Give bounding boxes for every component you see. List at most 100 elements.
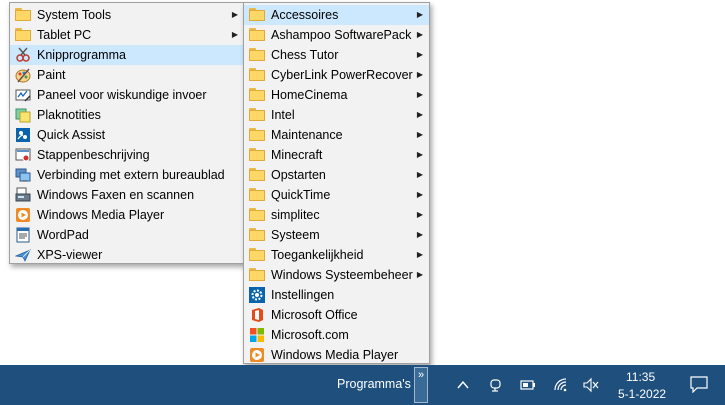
menu-item-label: Microsoft Office: [271, 308, 358, 322]
submenu-arrow-icon: ▶: [416, 90, 423, 99]
submenu-arrow-icon: ▶: [231, 10, 238, 19]
menu-item-label: Ashampoo SoftwarePack: [271, 28, 412, 42]
programs-submenu-accessories: System Tools ▶ Tablet PC ▶ Knipprogramma Pain…: [9, 2, 245, 264]
menu-item-intel[interactable]: Intel ▶: [244, 105, 429, 125]
menu-item-label: Windows Systeembeheer: [271, 268, 413, 282]
folder-icon: [249, 228, 265, 241]
menu-item-verbinding-met-extern-bureaublad[interactable]: Verbinding met extern bureaublad: [10, 165, 244, 185]
menu-item-maintenance[interactable]: Maintenance ▶: [244, 125, 429, 145]
action-center-icon[interactable]: [689, 375, 709, 393]
menu-item-label: HomeCinema: [271, 88, 348, 102]
submenu-arrow-icon: ▶: [416, 150, 423, 159]
xps-viewer-icon: [15, 249, 31, 262]
menu-item-windows-media-player[interactable]: Windows Media Player: [244, 345, 429, 365]
menu-item-instellingen[interactable]: Instellingen: [244, 285, 429, 305]
menu-item-label: Quick Assist: [37, 128, 106, 142]
menu-item-label: Windows Faxen en scannen: [37, 188, 195, 202]
submenu-arrow-icon: ▶: [416, 10, 423, 19]
menu-item-microsoft-com[interactable]: Microsoft.com: [244, 325, 429, 345]
menu-item-plaknotities[interactable]: Plaknotities: [10, 105, 244, 125]
menu-item-paneel-voor-wiskundige-invoer[interactable]: Paneel voor wiskundige invoer: [10, 85, 244, 105]
media-player-icon: [250, 348, 264, 362]
menu-item-toegankelijkheid[interactable]: Toegankelijkheid ▶: [244, 245, 429, 265]
menu-item-quicktime[interactable]: QuickTime ▶: [244, 185, 429, 205]
menu-item-label: Plaknotities: [37, 108, 101, 122]
menu-item-label: Paneel voor wiskundige invoer: [37, 88, 207, 102]
folder-icon: [249, 188, 265, 201]
volume-muted-icon[interactable]: [582, 377, 600, 393]
menu-item-accessoires[interactable]: Accessoires ▶: [244, 5, 429, 25]
submenu-arrow-icon: ▶: [416, 170, 423, 179]
menu-item-paint[interactable]: Paint: [10, 65, 244, 85]
clock-date[interactable]: 5-1-2022: [618, 387, 666, 401]
menu-item-systeem[interactable]: Systeem ▶: [244, 225, 429, 245]
office-icon: [252, 308, 263, 322]
programs-menu: Accessoires ▶ Ashampoo SoftwarePack ▶ Chess …: [243, 2, 430, 364]
menu-item-system-tools[interactable]: System Tools ▶: [10, 5, 244, 25]
menu-item-windows-media-player[interactable]: Windows Media Player: [10, 205, 244, 225]
menu-item-label: Intel: [271, 108, 295, 122]
menu-item-label: Systeem: [271, 228, 320, 242]
show-hidden-icons-icon[interactable]: [454, 377, 472, 393]
folder-icon: [249, 268, 265, 281]
menu-item-label: Knipprogramma: [37, 48, 126, 62]
menu-item-xps-viewer[interactable]: XPS-viewer: [10, 245, 244, 265]
folder-icon: [249, 8, 265, 21]
folder-icon: [249, 68, 265, 81]
math-input-icon: [15, 89, 31, 102]
menu-item-label: Stappenbeschrijving: [37, 148, 150, 162]
menu-item-label: Windows Media Player: [37, 208, 165, 222]
menu-item-label: Instellingen: [271, 288, 335, 302]
menu-item-minecraft[interactable]: Minecraft ▶: [244, 145, 429, 165]
submenu-arrow-icon: ▶: [416, 210, 423, 219]
programs-toolbar-label[interactable]: Programma's: [337, 377, 411, 391]
submenu-arrow-icon: ▶: [416, 50, 423, 59]
folder-icon: [249, 168, 265, 181]
menu-item-opstarten[interactable]: Opstarten ▶: [244, 165, 429, 185]
battery-icon[interactable]: [519, 377, 537, 393]
folder-icon: [249, 148, 265, 161]
submenu-arrow-icon: ▶: [416, 250, 423, 259]
menu-item-tablet-pc[interactable]: Tablet PC ▶: [10, 25, 244, 45]
menu-item-windows-faxen-en-scannen[interactable]: Windows Faxen en scannen: [10, 185, 244, 205]
menu-item-cyberlink-powerrecover[interactable]: CyberLink PowerRecover ▶: [244, 65, 429, 85]
menu-item-label: WordPad: [37, 228, 89, 242]
submenu-arrow-icon: ▶: [416, 130, 423, 139]
folder-icon: [249, 48, 265, 61]
folder-icon: [249, 248, 265, 261]
paint-icon: [15, 68, 31, 83]
menu-item-label: Microsoft.com: [271, 328, 349, 342]
sticky-notes-icon: [15, 108, 31, 123]
folder-icon: [249, 28, 265, 41]
menu-item-windows-systeembeheer[interactable]: Windows Systeembeheer ▶: [244, 265, 429, 285]
menu-item-label: Accessoires: [271, 8, 339, 22]
menu-item-microsoft-office[interactable]: Microsoft Office: [244, 305, 429, 325]
quick-assist-icon: [16, 128, 30, 142]
menu-item-knipprogramma[interactable]: Knipprogramma: [10, 45, 244, 65]
remote-desktop-icon: [15, 168, 31, 182]
menu-item-label: Tablet PC: [37, 28, 92, 42]
snipping-tool-icon: [16, 47, 30, 62]
menu-item-label: Opstarten: [271, 168, 326, 182]
menu-item-quick-assist[interactable]: Quick Assist: [10, 125, 244, 145]
folder-icon: [249, 208, 265, 221]
microsoft-logo-icon: [250, 328, 264, 342]
toolbar-expand-chevron-icon[interactable]: »: [414, 367, 428, 403]
menu-item-label: XPS-viewer: [37, 248, 103, 262]
menu-item-simplitec[interactable]: simplitec ▶: [244, 205, 429, 225]
menu-item-stappenbeschrijving[interactable]: Stappenbeschrijving: [10, 145, 244, 165]
clock-time[interactable]: 11:35: [626, 370, 655, 384]
meet-now-icon[interactable]: [487, 377, 505, 393]
settings-gear-icon: [249, 287, 265, 303]
menu-item-wordpad[interactable]: WordPad: [10, 225, 244, 245]
menu-item-label: System Tools: [37, 8, 112, 22]
media-player-icon: [16, 208, 30, 222]
fax-scan-icon: [15, 187, 31, 202]
menu-item-chess-tutor[interactable]: Chess Tutor ▶: [244, 45, 429, 65]
wifi-icon[interactable]: [552, 377, 570, 393]
menu-item-ashampoo-softwarepack[interactable]: Ashampoo SoftwarePack ▶: [244, 25, 429, 45]
menu-item-label: Windows Media Player: [271, 348, 399, 362]
menu-item-label: Verbinding met extern bureaublad: [37, 168, 225, 182]
menu-item-homecinema[interactable]: HomeCinema ▶: [244, 85, 429, 105]
taskbar: Programma's » 11:35 5-1-2022: [0, 365, 725, 405]
